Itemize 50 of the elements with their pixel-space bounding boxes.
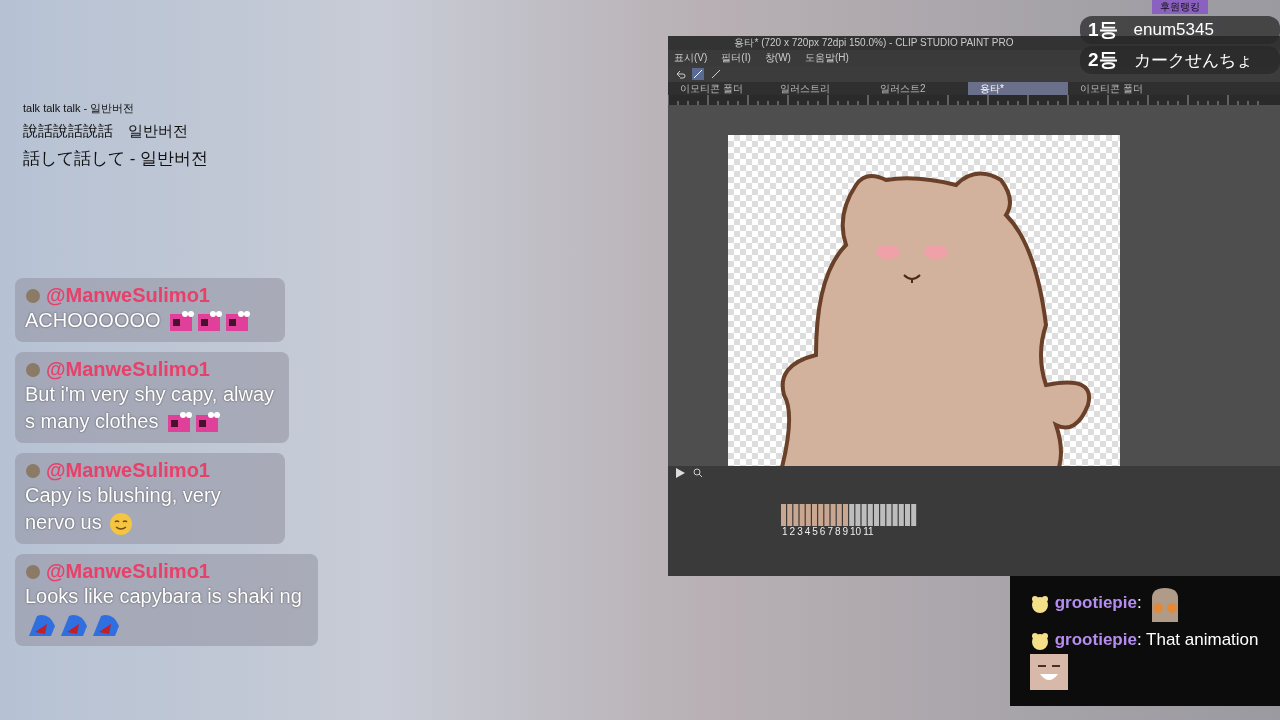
menu-item[interactable]: 창(W) <box>764 51 791 65</box>
avatar-icon <box>25 287 41 304</box>
ranking-title: 후원랭킹 <box>1152 0 1208 14</box>
chat-message: ACHOOOOOO <box>25 307 275 334</box>
frame-number: 3 <box>797 526 803 537</box>
document-tab[interactable]: 용타* <box>968 82 1068 95</box>
brush-tool-icon[interactable] <box>710 68 722 80</box>
frame-number: 6 <box>819 526 826 537</box>
menu-item[interactable]: 필터(I) <box>721 51 751 65</box>
undo-icon[interactable] <box>674 69 686 79</box>
avatar-icon <box>25 563 41 580</box>
chat-username: @ManweSulimo1 <box>46 459 210 482</box>
ranking-name: カークせんちょ <box>1133 49 1253 72</box>
frame-number: 4 <box>804 526 811 537</box>
play-icon[interactable] <box>676 468 685 478</box>
document-tab[interactable]: 이모티콘 폴더 <box>1068 82 1168 95</box>
dinosaur-emote-icon <box>224 309 251 334</box>
frame-number: 10 <box>850 526 862 537</box>
caption-text: 話して話して - 일반버전 <box>23 148 209 170</box>
document-tab[interactable]: 일러스트2 <box>868 82 968 95</box>
laughing-face-emote-icon <box>1030 654 1068 690</box>
smiley-emote-icon <box>109 511 134 536</box>
frame-number: 7 <box>827 526 833 537</box>
menu-item[interactable]: 표시(V) <box>674 51 708 65</box>
avatar-icon <box>25 462 41 479</box>
chat-username: @ManweSulimo1 <box>46 560 210 583</box>
caption-text: 說話說話說話 일반버전 <box>23 122 189 141</box>
document-tab[interactable]: 이모티콘 폴더 <box>668 82 768 95</box>
avatar-icon <box>25 361 41 378</box>
frame-number: 5 <box>812 526 818 537</box>
pen-tool-icon[interactable] <box>692 68 704 80</box>
rank-label: 2등 <box>1088 48 1118 72</box>
dinosaur-emote-icon <box>168 309 195 334</box>
frame-number: 11 <box>863 526 874 537</box>
chat-message: But i'm very shy capy, alway s many clothes <box>25 381 279 435</box>
dinosaur-emote-icon <box>196 309 223 334</box>
caption-text: talk talk talk - 일반버전 <box>23 101 136 116</box>
chat-message: grootiepie: <box>1030 586 1260 622</box>
chat-username: @ManweSulimo1 <box>46 284 210 307</box>
document-tab[interactable]: 일러스트리 <box>768 82 868 95</box>
chat-message: Looks like capybara is shaki ng <box>25 583 308 638</box>
frame-number: 8 <box>834 526 841 537</box>
frame-number: 9 <box>842 526 849 537</box>
chat-message: grootiepie: That animation <box>1030 626 1260 690</box>
frame-number: 1 <box>782 526 788 537</box>
chat-username: @ManweSulimo1 <box>46 358 210 381</box>
frame-number: 2 <box>789 526 796 537</box>
menu-item[interactable]: 도움말(H) <box>804 51 849 65</box>
zoom-in-icon[interactable] <box>693 468 703 478</box>
chat-message: Capy is blushing, very nervo us <box>25 482 275 536</box>
